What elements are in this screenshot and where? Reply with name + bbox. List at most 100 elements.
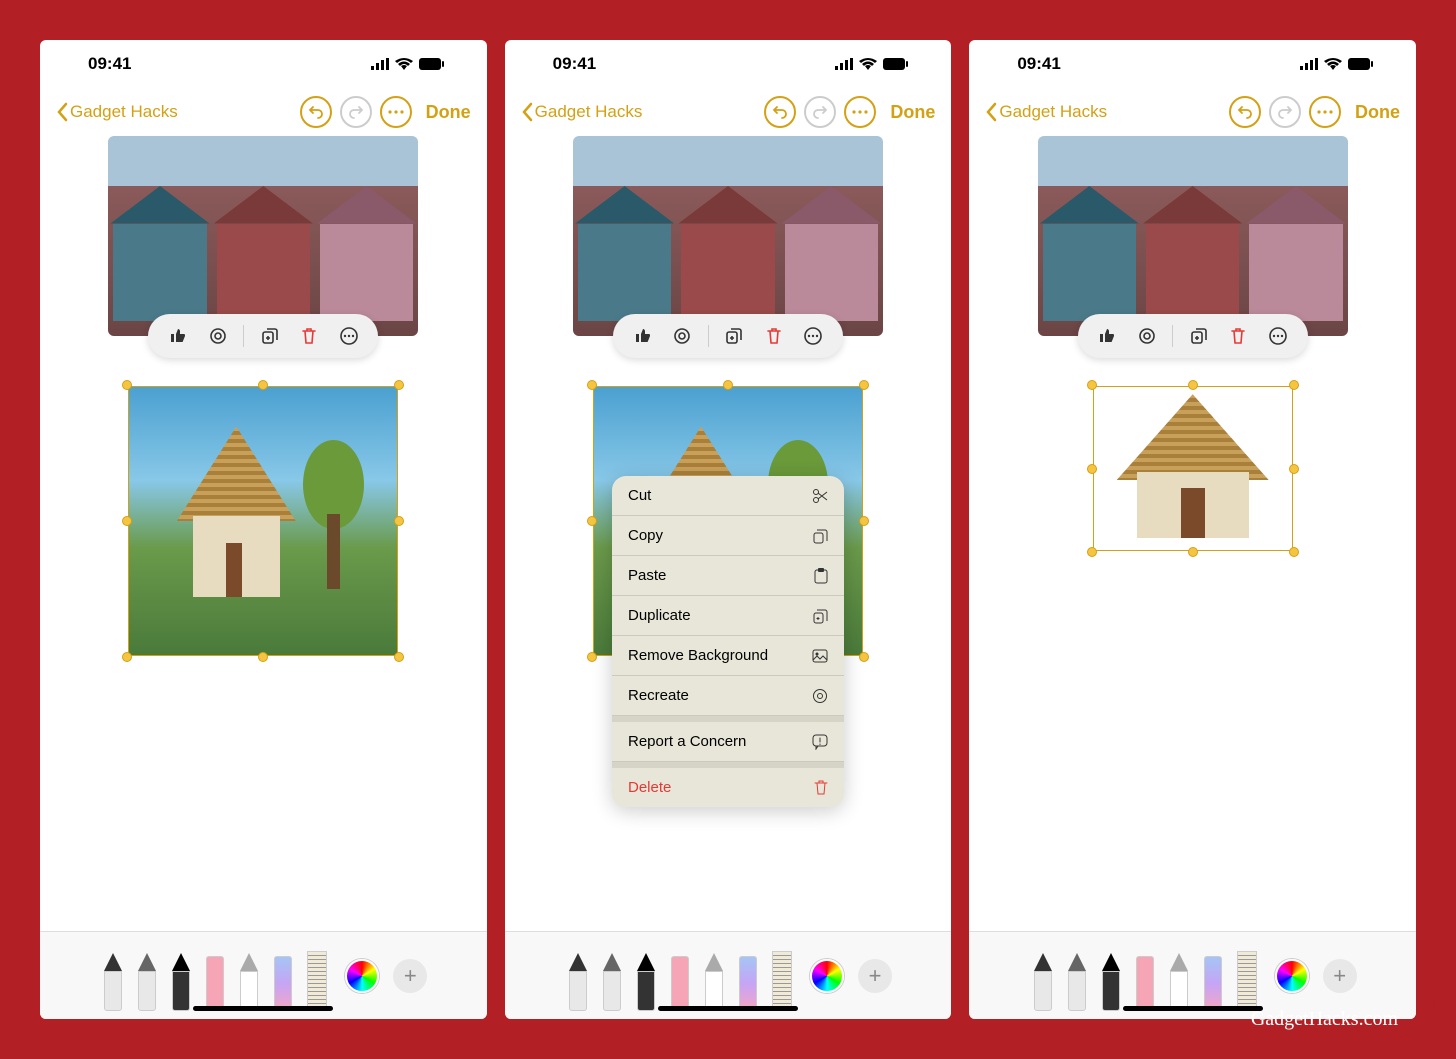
resize-handle-mr[interactable] [859,516,869,526]
marker-tool[interactable] [133,941,161,1011]
resize-handle-ml[interactable] [587,516,597,526]
add-tool-button[interactable]: + [858,959,892,993]
resize-handle-mb[interactable] [1188,547,1198,557]
image-more-button[interactable] [799,322,827,350]
feedback-button[interactable] [164,322,192,350]
done-button[interactable]: Done [1355,102,1400,123]
pen-tool[interactable] [99,941,127,1011]
add-to-button[interactable] [256,322,284,350]
done-button[interactable]: Done [890,102,935,123]
pen-tool[interactable] [1029,941,1057,1011]
pencil-tool[interactable] [1097,941,1125,1011]
redo-button[interactable] [340,96,372,128]
image-more-button[interactable] [335,322,363,350]
lasso-tool[interactable] [700,941,728,1011]
color-picker[interactable] [1275,959,1309,993]
resize-handle-br[interactable] [859,652,869,662]
generated-image-houses[interactable] [1038,136,1348,336]
lasso-tool[interactable] [235,941,263,1011]
resize-handle-tl[interactable] [587,380,597,390]
menu-cut[interactable]: Cut [612,476,844,516]
pencil-tool[interactable] [167,941,195,1011]
resize-handle-tr[interactable] [394,380,404,390]
menu-paste[interactable]: Paste [612,556,844,596]
copy-plus-icon [1190,327,1208,345]
menu-recreate[interactable]: Recreate [612,676,844,716]
ruler-tool[interactable] [1233,941,1261,1011]
menu-copy[interactable]: Copy [612,516,844,556]
pen-tool[interactable] [564,941,592,1011]
feedback-button[interactable] [1093,322,1121,350]
generated-image-houses[interactable] [573,136,883,336]
home-indicator[interactable] [1123,1006,1263,1011]
regenerate-button[interactable] [1133,322,1161,350]
redo-button[interactable] [1269,96,1301,128]
resize-handle-bl[interactable] [587,652,597,662]
resize-handle-mt[interactable] [723,380,733,390]
undo-button[interactable] [764,96,796,128]
menu-report[interactable]: Report a Concern [612,722,844,762]
delete-image-button[interactable] [760,322,788,350]
lasso-tool[interactable] [1165,941,1193,1011]
eraser-tool[interactable] [666,941,694,1011]
marker-tool[interactable] [598,941,626,1011]
crayon-tool[interactable] [1199,941,1227,1011]
resize-handle-mb[interactable] [258,652,268,662]
back-button[interactable]: Gadget Hacks [521,102,643,122]
undo-button[interactable] [300,96,332,128]
markup-tool-tray: + [505,931,952,1019]
eraser-tool[interactable] [1131,941,1159,1011]
delete-image-button[interactable] [295,322,323,350]
color-picker[interactable] [345,959,379,993]
menu-duplicate[interactable]: Duplicate [612,596,844,636]
more-button[interactable] [1309,96,1341,128]
add-tool-button[interactable]: + [393,959,427,993]
back-button[interactable]: Gadget Hacks [985,102,1107,122]
generated-image-houses[interactable] [108,136,418,336]
more-button[interactable] [844,96,876,128]
crayon-tool[interactable] [734,941,762,1011]
more-button[interactable] [380,96,412,128]
color-picker[interactable] [810,959,844,993]
delete-image-button[interactable] [1224,322,1252,350]
ruler-tool[interactable] [303,941,331,1011]
done-button[interactable]: Done [426,102,471,123]
ruler-tool[interactable] [768,941,796,1011]
add-tool-button[interactable]: + [1323,959,1357,993]
selected-image-hut-no-bg[interactable] [1093,386,1293,551]
resize-handle-bl[interactable] [122,652,132,662]
pencil-tool[interactable] [632,941,660,1011]
feedback-button[interactable] [629,322,657,350]
regenerate-button[interactable] [668,322,696,350]
eraser-tool[interactable] [201,941,229,1011]
resize-handle-mr[interactable] [394,516,404,526]
menu-remove-background[interactable]: Remove Background [612,636,844,676]
undo-button[interactable] [1229,96,1261,128]
resize-handle-br[interactable] [1289,547,1299,557]
add-to-button[interactable] [1185,322,1213,350]
resize-handle-tr[interactable] [859,380,869,390]
resize-handle-tl[interactable] [1087,380,1097,390]
home-indicator[interactable] [658,1006,798,1011]
resize-handle-mr[interactable] [1289,464,1299,474]
resize-handle-ml[interactable] [1087,464,1097,474]
note-canvas[interactable]: Cut Copy Paste Duplicate Remove Backgrou… [505,136,952,931]
note-canvas[interactable] [40,136,487,931]
selected-image-hut[interactable] [128,386,398,656]
resize-handle-br[interactable] [394,652,404,662]
note-canvas[interactable] [969,136,1416,931]
redo-button[interactable] [804,96,836,128]
menu-delete[interactable]: Delete [612,768,844,807]
back-button[interactable]: Gadget Hacks [56,102,178,122]
tutorial-frame: 09:41 Gadget Hacks Done [20,20,1436,1039]
regenerate-button[interactable] [204,322,232,350]
resize-handle-bl[interactable] [1087,547,1097,557]
markup-tool-tray: + [40,931,487,1019]
home-indicator[interactable] [193,1006,333,1011]
image-more-button[interactable] [1264,322,1292,350]
add-to-button[interactable] [720,322,748,350]
marker-tool[interactable] [1063,941,1091,1011]
crayon-tool[interactable] [269,941,297,1011]
resize-handle-tr[interactable] [1289,380,1299,390]
resize-handle-mt[interactable] [1188,380,1198,390]
